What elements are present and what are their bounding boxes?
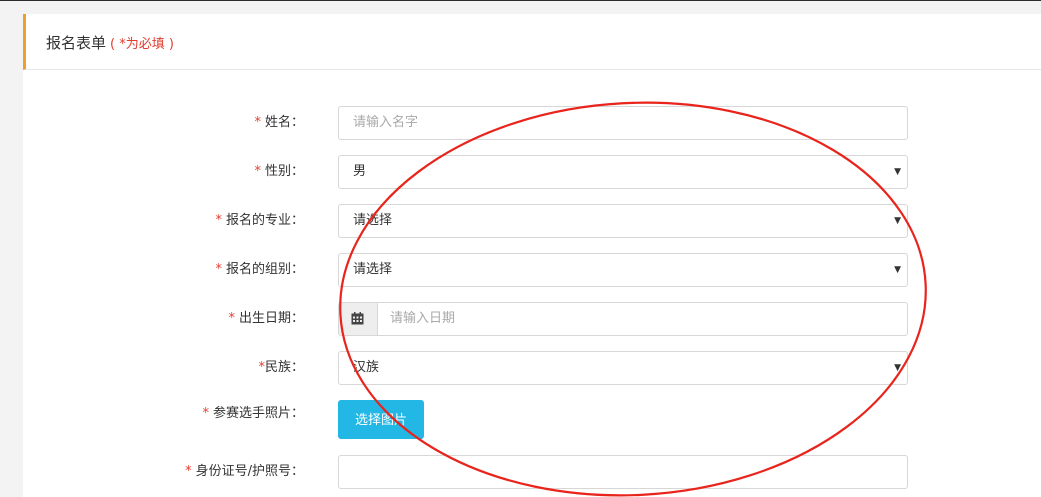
required-star: *: [185, 464, 192, 479]
required-star: *: [215, 213, 222, 228]
form-row-name: * 姓名： 请输入名字: [23, 106, 1041, 140]
ethnicity-label: *民族：: [258, 360, 304, 375]
caret-down-icon: ▼: [894, 265, 901, 275]
group-select[interactable]: 请选择 ▼: [338, 253, 908, 287]
gender-value: 男: [353, 164, 367, 179]
page-title: 报名表单( *为必填 ): [46, 32, 174, 53]
name-input[interactable]: 请输入名字: [338, 106, 908, 140]
major-value: 请选择: [353, 213, 393, 228]
form-row-birthdate: * 出生日期： 请输入日期: [23, 302, 1041, 336]
id-number-label: * 身份证号/护照号：: [185, 464, 304, 479]
date-addon[interactable]: [339, 303, 378, 335]
registration-form-panel: 报名表单( *为必填 ) * 姓名： 请输入名字 * 性别： 男 ▼ * 报名的专业：…: [23, 14, 1041, 497]
top-bar: [0, 0, 1041, 14]
group-label: * 报名的组别：: [215, 262, 304, 277]
major-label: * 报名的专业：: [215, 213, 304, 228]
form-row-ethnicity: *民族： 汉族 ▼: [23, 351, 1041, 385]
ethnicity-value: 汉族: [353, 360, 380, 375]
panel-header: 报名表单( *为必填 ): [23, 14, 1041, 70]
form-row-group: * 报名的组别： 请选择 ▼: [23, 253, 1041, 287]
gender-label: * 性别：: [254, 164, 304, 179]
form-row-id-number: * 身份证号/护照号：: [23, 455, 1041, 489]
gender-select[interactable]: 男 ▼: [338, 155, 908, 189]
calendar-icon: [351, 312, 364, 325]
required-star: *: [254, 115, 261, 130]
left-gutter: [0, 14, 23, 497]
birthdate-placeholder: 请输入日期: [390, 311, 456, 326]
form-row-photo: * 参赛选手照片： 选择图片: [23, 400, 1041, 439]
ethnicity-select[interactable]: 汉族 ▼: [338, 351, 908, 385]
name-label: * 姓名：: [254, 115, 304, 130]
group-value: 请选择: [353, 262, 393, 277]
required-star: *: [254, 164, 261, 179]
name-placeholder: 请输入名字: [353, 115, 419, 130]
choose-image-button[interactable]: 选择图片: [338, 400, 424, 439]
required-star: *: [215, 262, 222, 277]
required-star: *: [202, 406, 209, 421]
caret-down-icon: ▼: [894, 167, 901, 177]
form-row-gender: * 性别： 男 ▼: [23, 155, 1041, 189]
caret-down-icon: ▼: [894, 363, 901, 373]
photo-label: * 参赛选手照片：: [202, 406, 304, 421]
caret-down-icon: ▼: [894, 216, 901, 226]
form-title: 报名表单: [46, 34, 107, 52]
birthdate-input[interactable]: 请输入日期: [338, 302, 908, 336]
birthdate-label: * 出生日期：: [228, 311, 304, 326]
id-number-input[interactable]: [338, 455, 908, 489]
required-note: ( *为必填 ): [110, 37, 174, 52]
required-star: *: [228, 311, 235, 326]
form-row-major: * 报名的专业： 请选择 ▼: [23, 204, 1041, 238]
major-select[interactable]: 请选择 ▼: [338, 204, 908, 238]
